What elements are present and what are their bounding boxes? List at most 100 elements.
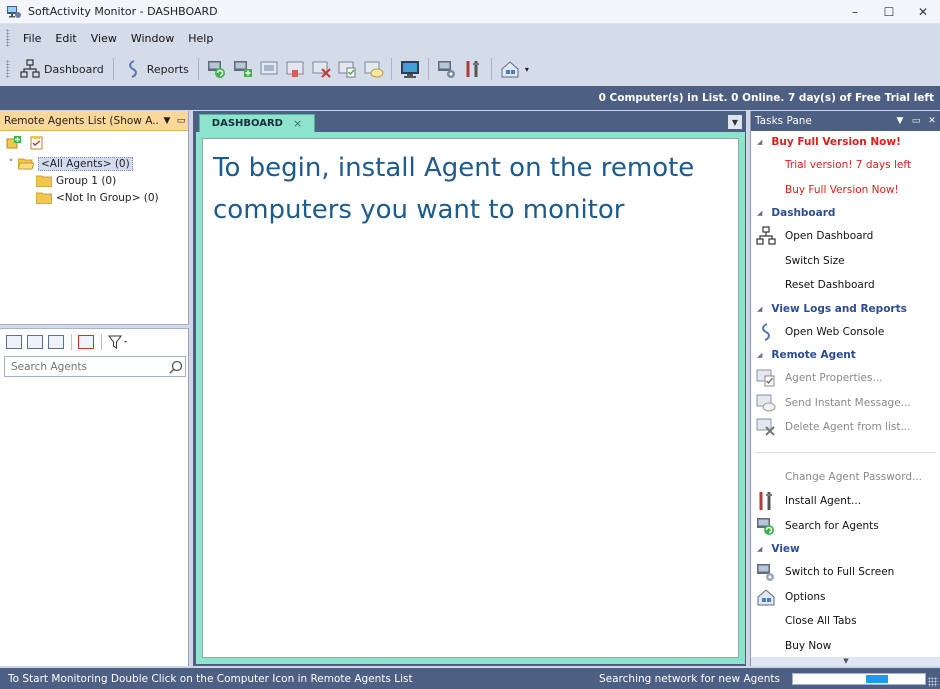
blank-icon <box>753 634 779 658</box>
list-view-icon[interactable] <box>48 335 64 349</box>
task-open-dashboard[interactable]: Open Dashboard <box>751 224 940 249</box>
tab-dashboard-label: DASHBOARD <box>211 118 283 129</box>
network-icon <box>20 59 40 78</box>
small-icons-view-icon[interactable] <box>27 335 43 349</box>
pane-splitter[interactable] <box>0 324 189 329</box>
collapse-triangle-icon[interactable]: ◢ <box>757 138 762 146</box>
delete-agent-icon[interactable] <box>310 58 332 80</box>
pin-icon[interactable]: ▭ <box>174 116 188 126</box>
agent-screen-icon[interactable] <box>258 58 280 80</box>
tab-list-dropdown-icon[interactable]: ▼ <box>728 115 742 129</box>
task-buy-full-version-now[interactable]: Buy Full Version Now! <box>751 178 940 203</box>
minimize-button[interactable]: – <box>838 0 872 24</box>
task-section-buy-full-version-now[interactable]: ◢ Buy Full Version Now! <box>751 131 940 153</box>
task-buy-now[interactable]: Buy Now <box>751 634 940 659</box>
toolbar-separator <box>197 58 199 80</box>
task-switch-size[interactable]: Switch Size <box>751 249 940 274</box>
resize-grip[interactable] <box>928 677 938 687</box>
close-tab-icon[interactable]: × <box>293 117 302 130</box>
task-open-web-console[interactable]: Open Web Console <box>751 320 940 345</box>
search-agents-input[interactable] <box>11 360 167 373</box>
app-icon <box>7 5 21 18</box>
toolbar-separator <box>101 334 102 350</box>
toolbar-separator <box>112 58 114 80</box>
message-icon[interactable] <box>362 58 384 80</box>
close-pane-icon[interactable]: ✕ <box>924 116 940 126</box>
blank-icon <box>753 153 779 177</box>
full-screen-icon[interactable] <box>399 58 421 80</box>
reports-button[interactable]: Reports <box>119 56 193 82</box>
menu-help[interactable]: Help <box>181 32 220 45</box>
task-section-view-logs-and-reports[interactable]: ◢ View Logs and Reports <box>751 298 940 320</box>
pane-dropdown-icon[interactable]: ▼ <box>160 116 174 126</box>
tab-dashboard[interactable]: DASHBOARD × <box>199 114 315 132</box>
task-section-title: View Logs and Reports <box>771 302 907 315</box>
task-section-title: Buy Full Version Now! <box>771 136 901 148</box>
maximize-button[interactable]: ☐ <box>872 0 906 24</box>
dashboard-label: Dashboard <box>44 62 104 76</box>
menu-file[interactable]: File <box>16 32 48 45</box>
task-reset-dashboard[interactable]: Reset Dashboard <box>751 273 940 298</box>
task-install-agent[interactable]: Install Agent... <box>751 489 940 514</box>
tree-expander-icon[interactable]: ˅ <box>4 159 18 169</box>
agents-view-toolbar <box>0 331 189 353</box>
delete-agent-icon <box>753 415 779 439</box>
menu-view[interactable]: View <box>84 32 124 45</box>
tree-row-not-in-group[interactable]: <Not In Group> (0) <box>4 189 188 206</box>
menu-edit[interactable]: Edit <box>48 32 83 45</box>
task-search-for-agents[interactable]: Search for Agents <box>751 514 940 539</box>
toolbar-grip[interactable] <box>6 60 10 78</box>
tree-row-group-1[interactable]: Group 1 (0) <box>4 172 188 189</box>
toolbar-separator <box>390 58 392 80</box>
chart-view-icon[interactable] <box>78 335 94 349</box>
task-section-remote-agent[interactable]: ◢ Remote Agent <box>751 344 940 366</box>
blank-icon <box>753 178 779 202</box>
task-options[interactable]: Options <box>751 585 940 610</box>
task-label: Reset Dashboard <box>785 279 875 292</box>
add-group-icon[interactable] <box>4 133 24 153</box>
task-trial-version-7-days-left[interactable]: Trial version! 7 days left <box>751 153 940 178</box>
menu-window[interactable]: Window <box>124 32 181 45</box>
task-section-title: Remote Agent <box>771 349 856 361</box>
tree-row-all-agents[interactable]: ˅ <All Agents> (0) <box>4 155 188 172</box>
tasks-pane: Tasks Pane ▼ ▭ ✕ ◢ Buy Full Version Now! T… <box>750 111 940 666</box>
remote-agents-title: Remote Agents List (Show A... <box>4 114 160 127</box>
pane-dropdown-icon[interactable]: ▼ <box>892 116 908 126</box>
group-properties-icon[interactable] <box>27 133 47 153</box>
search-progress-bar <box>792 672 926 685</box>
collapse-triangle-icon[interactable]: ◢ <box>757 351 762 359</box>
search-agents-icon[interactable] <box>206 58 228 80</box>
close-button[interactable]: ✕ <box>906 0 940 24</box>
large-icons-view-icon[interactable] <box>6 335 22 349</box>
agent-properties-icon[interactable] <box>336 58 358 80</box>
options-icon[interactable] <box>499 58 521 80</box>
task-label: Switch to Full Screen <box>785 566 895 579</box>
install-agent-icon[interactable] <box>462 58 484 80</box>
agent-settings-icon[interactable] <box>436 58 458 80</box>
collapse-triangle-icon[interactable]: ◢ <box>757 545 762 553</box>
task-agent-properties: Agent Properties... <box>751 366 940 391</box>
collapse-triangle-icon[interactable]: ◢ <box>757 209 762 217</box>
task-close-all-tabs[interactable]: Close All Tabs <box>751 609 940 634</box>
scroll-down-icon[interactable]: ▼ <box>751 657 940 666</box>
tree-label: Group 1 (0) <box>56 174 117 187</box>
agent-archive-icon[interactable] <box>284 58 306 80</box>
pin-icon[interactable]: ▭ <box>908 116 924 126</box>
blank-icon <box>753 249 779 273</box>
task-label: Send Instant Message... <box>785 396 911 409</box>
collapse-triangle-icon[interactable]: ◢ <box>757 305 762 313</box>
add-agent-icon[interactable] <box>232 58 254 80</box>
toolbar-overflow-icon[interactable]: ▾ <box>525 65 529 74</box>
tasks-pane-title: Tasks Pane <box>755 115 812 127</box>
menu-grip[interactable] <box>6 29 10 47</box>
task-switch-to-full-screen[interactable]: Switch to Full Screen <box>751 560 940 585</box>
search-icon[interactable] <box>167 358 185 376</box>
task-label: Open Web Console <box>785 325 885 338</box>
task-label: Switch Size <box>785 254 845 267</box>
filter-icon[interactable] <box>108 335 130 349</box>
task-section-view[interactable]: ◢ View <box>751 538 940 560</box>
task-label: Open Dashboard <box>785 230 874 243</box>
dashboard-button[interactable]: Dashboard <box>16 56 108 82</box>
task-section-dashboard[interactable]: ◢ Dashboard <box>751 202 940 224</box>
tree-label: <All Agents> (0) <box>38 156 133 171</box>
